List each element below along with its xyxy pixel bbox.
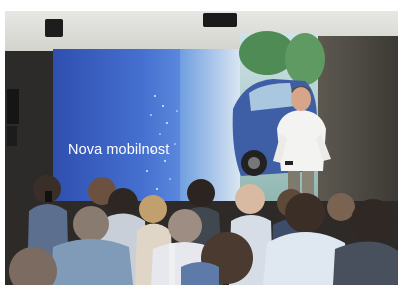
slide-headline: Nova mobilnost xyxy=(68,142,170,158)
slide-blue-panel xyxy=(53,49,180,209)
ceiling-light-icon xyxy=(203,13,237,27)
right-wall xyxy=(315,36,398,226)
speaker-icon xyxy=(7,89,19,124)
speaker-icon xyxy=(45,19,63,37)
smartphone-icon xyxy=(285,161,293,165)
event-photo: Nova mobilnost xyxy=(5,11,398,285)
photo-scene xyxy=(5,11,398,285)
